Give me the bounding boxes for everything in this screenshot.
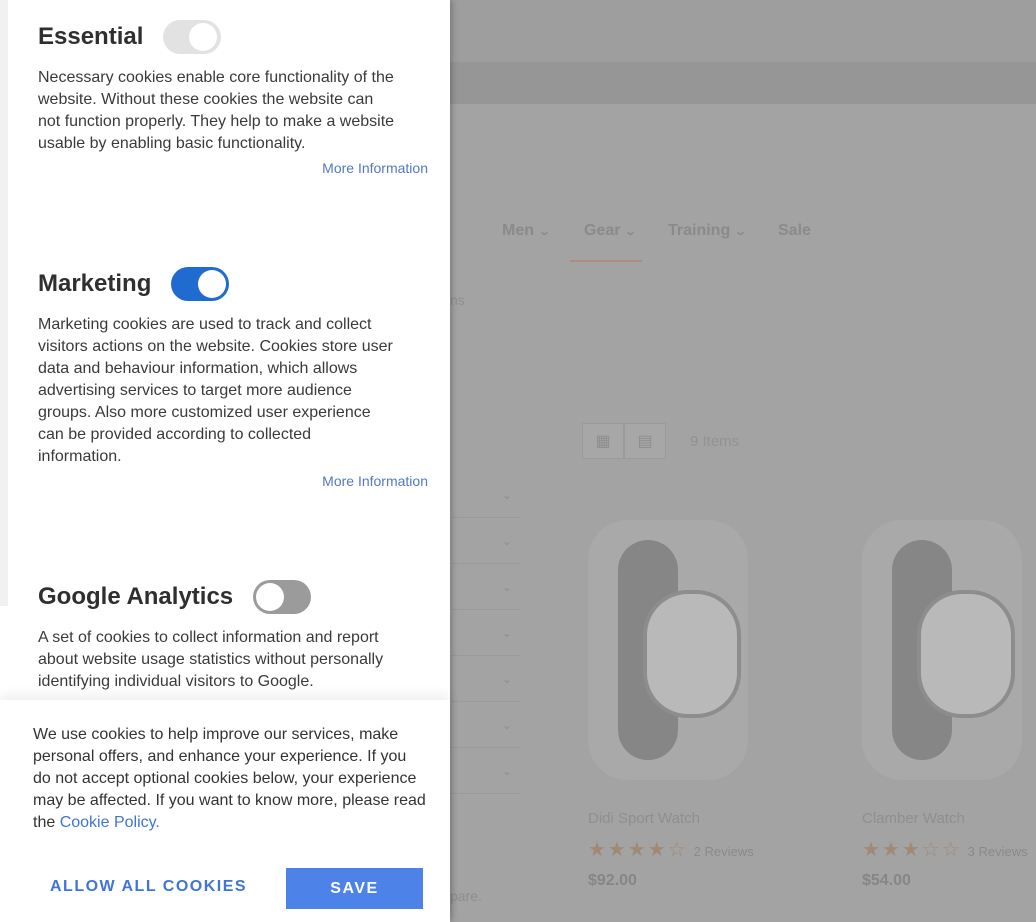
more-information-link[interactable]: More Information xyxy=(38,473,428,489)
product-card[interactable]: Didi Sport Watch ★★★★☆ 2 Reviews $92.00 xyxy=(588,520,788,890)
grid-view-icon[interactable]: ▦ xyxy=(582,423,624,459)
review-count[interactable]: 2 Reviews xyxy=(694,844,754,859)
cookie-categories-scroll[interactable]: Essential Necessary cookies enable core … xyxy=(8,0,450,700)
section-description: A set of cookies to collect information … xyxy=(38,629,384,690)
cookie-policy-link[interactable]: Cookie Policy. xyxy=(60,814,160,831)
active-nav-underline xyxy=(570,260,642,262)
product-price: $54.00 xyxy=(862,872,911,889)
toggle-knob xyxy=(256,583,285,611)
cookie-section-google-analytics: Google Analytics A set of cookies to col… xyxy=(38,580,428,693)
background-page: Men ⌄ Gear ⌄ Training ⌄ Sale ns ▦ ▤ 9 Items… xyxy=(450,0,1036,922)
cookie-settings-panel: Essential Necessary cookies enable core … xyxy=(0,0,450,922)
chevron-down-icon: ⌄ xyxy=(501,671,512,686)
product-image[interactable] xyxy=(588,520,748,780)
chevron-down-icon: ⌄ xyxy=(501,487,512,502)
section-title: Marketing xyxy=(38,270,152,297)
filter-item[interactable]: ⌄ xyxy=(450,610,520,656)
product-rating: ★★★★☆ 2 Reviews xyxy=(588,839,754,861)
chevron-down-icon: ⌄ xyxy=(624,225,638,238)
nav-item-men[interactable]: Men ⌄ xyxy=(502,222,552,240)
nav-item-gear[interactable]: Gear ⌄ xyxy=(584,222,638,240)
chevron-down-icon: ⌄ xyxy=(501,763,512,778)
item-count: 9 Items xyxy=(690,432,740,450)
toggle-knob xyxy=(189,23,218,51)
header-strip xyxy=(450,62,1036,104)
nav-item-sale[interactable]: Sale xyxy=(778,222,811,240)
list-view-icon[interactable]: ▤ xyxy=(624,423,666,459)
chevron-down-icon: ⌄ xyxy=(501,717,512,732)
more-information-link[interactable]: More Information xyxy=(38,160,428,176)
save-button[interactable]: SAVE xyxy=(286,868,423,909)
filter-item[interactable]: ⌄ xyxy=(450,702,520,748)
header-bar xyxy=(450,0,1036,62)
toggle-knob xyxy=(198,270,227,298)
breadcrumb: ns xyxy=(450,292,465,308)
section-description: Necessary cookies enable core functional… xyxy=(38,69,395,152)
filter-list: ⌄ ⌄ ⌄ ⌄ ⌄ ⌄ ⌄ xyxy=(450,472,520,794)
chevron-down-icon: ⌄ xyxy=(538,225,552,238)
panel-edge xyxy=(0,0,8,606)
product-image[interactable] xyxy=(862,520,1022,780)
product-card[interactable]: Clamber Watch ★★★☆☆ 3 Reviews $54.00 xyxy=(862,520,1036,890)
cookie-footer: We use cookies to help improve our servi… xyxy=(0,700,450,922)
filter-item[interactable]: ⌄ xyxy=(450,656,520,702)
product-price: $92.00 xyxy=(588,872,637,889)
cookie-section-essential: Essential Necessary cookies enable core … xyxy=(38,20,428,176)
chevron-down-icon: ⌄ xyxy=(501,579,512,594)
google-analytics-toggle[interactable] xyxy=(253,580,312,614)
section-description: Marketing cookies are used to track and … xyxy=(38,316,393,465)
cookie-intro-text: We use cookies to help improve our servi… xyxy=(33,726,426,831)
product-rating: ★★★☆☆ 3 Reviews xyxy=(862,839,1028,861)
chevron-down-icon: ⌄ xyxy=(501,533,512,548)
filter-item[interactable]: ⌄ xyxy=(450,472,520,518)
filter-item[interactable]: ⌄ xyxy=(450,518,520,564)
marketing-toggle[interactable] xyxy=(171,267,230,301)
allow-all-cookies-button[interactable]: ALLOW ALL COOKIES xyxy=(50,878,247,896)
essential-toggle xyxy=(163,20,222,54)
product-name[interactable]: Didi Sport Watch xyxy=(588,810,788,827)
review-count[interactable]: 3 Reviews xyxy=(968,844,1028,859)
cookie-section-marketing: Marketing Marketing cookies are used to … xyxy=(38,267,428,489)
filter-item[interactable]: ⌄ xyxy=(450,564,520,610)
nav-item-training[interactable]: Training ⌄ xyxy=(668,222,748,240)
product-name[interactable]: Clamber Watch xyxy=(862,810,1036,827)
section-title: Google Analytics xyxy=(38,583,234,610)
filter-item[interactable]: ⌄ xyxy=(450,748,520,794)
section-title: Essential xyxy=(38,23,144,50)
chevron-down-icon: ⌄ xyxy=(501,625,512,640)
chevron-down-icon: ⌄ xyxy=(734,225,748,238)
compare-text: pare. xyxy=(450,888,482,904)
view-mode-toolbar: ▦ ▤ 9 Items xyxy=(582,423,739,459)
